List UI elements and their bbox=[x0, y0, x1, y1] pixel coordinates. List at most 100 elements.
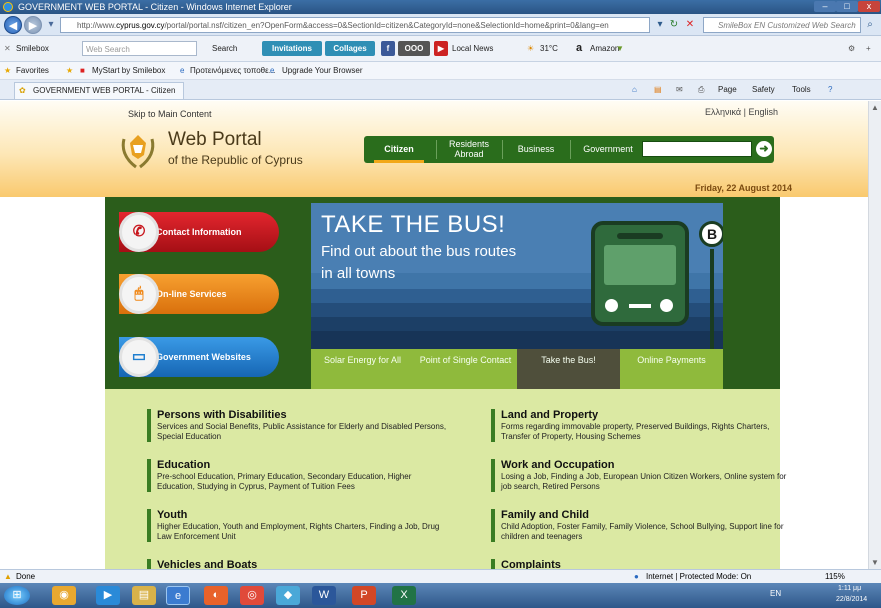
safety-menu[interactable]: Safety bbox=[752, 83, 775, 97]
vertical-scrollbar[interactable]: ▲ ▼ bbox=[868, 101, 881, 569]
forward-button[interactable]: ▶ bbox=[24, 16, 42, 34]
cyprus-emblem-icon bbox=[121, 135, 155, 169]
hero-tab-take-bus[interactable]: Take the Bus! bbox=[517, 349, 620, 389]
home-icon[interactable]: ⌂ bbox=[632, 83, 637, 97]
category-item[interactable]: Persons with Disabilities Services and S… bbox=[147, 409, 447, 442]
smilebox-menu[interactable]: Smilebox bbox=[16, 41, 49, 56]
amazon-button[interactable]: Amazon bbox=[590, 41, 619, 56]
hero-tab-single-contact[interactable]: Point of Single Contact bbox=[414, 349, 517, 389]
tools-menu[interactable]: Tools bbox=[792, 83, 811, 97]
logo-title[interactable]: Web Portal bbox=[168, 129, 262, 151]
site-search-input[interactable] bbox=[642, 141, 752, 157]
toolbar-search-input[interactable]: Web Search bbox=[82, 41, 197, 56]
category-title[interactable]: Education bbox=[157, 459, 447, 471]
bus-headlight bbox=[605, 299, 618, 312]
add-favorite-icon[interactable]: ★ bbox=[66, 64, 73, 78]
web-search-input[interactable]: SmileBox EN Customized Web Search bbox=[703, 17, 861, 33]
category-item[interactable]: Complaints bbox=[491, 559, 791, 569]
search-icon[interactable]: ⌕ bbox=[864, 19, 876, 31]
nav-tab-government[interactable]: Government bbox=[578, 136, 638, 163]
monitor-icon: ▭ bbox=[119, 337, 159, 377]
toolbar-search-button[interactable]: Search bbox=[212, 41, 237, 56]
clock-time[interactable]: 1:11 μμ bbox=[838, 585, 861, 592]
contact-information-button[interactable]: ✆ Contact Information bbox=[119, 212, 279, 252]
tab-government-portal[interactable]: ✿ GOVERNMENT WEB PORTAL - Citizen bbox=[14, 82, 184, 99]
category-item[interactable]: Youth Higher Education, Youth and Employ… bbox=[147, 509, 447, 542]
online-services-button[interactable]: 🖱 On-line Services bbox=[119, 274, 279, 314]
print-icon[interactable]: ⎙ bbox=[698, 83, 704, 97]
bus-banner[interactable]: TAKE THE BUS! Find out about the bus rou… bbox=[311, 203, 723, 349]
toolbar-close-icon[interactable]: ✕ bbox=[4, 41, 11, 56]
category-item[interactable]: Education Pre-school Education, Primary … bbox=[147, 459, 447, 492]
bus-stop-pole bbox=[710, 249, 714, 349]
category-item[interactable]: Vehicles and Boats bbox=[147, 559, 447, 569]
help-icon[interactable]: ? bbox=[828, 83, 832, 97]
ooo-icon[interactable]: OOO bbox=[398, 41, 430, 56]
url-input[interactable]: http://www.cyprus.gov.cy/portal/portal.n… bbox=[60, 17, 650, 33]
page-icon: e bbox=[270, 66, 275, 75]
url-rest: /portal/portal.nsf/citizen_en?OpenForm&a… bbox=[164, 21, 609, 30]
taskbar-app-icon[interactable]: ◆ bbox=[276, 586, 300, 605]
favorite-link-mystart[interactable]: MyStart by Smilebox bbox=[92, 64, 165, 78]
scroll-up-icon[interactable]: ▲ bbox=[871, 103, 879, 112]
firefox-icon[interactable]: ◐ bbox=[204, 586, 228, 605]
powerpoint-icon[interactable]: P bbox=[352, 586, 376, 605]
refresh-icon[interactable]: ↻ bbox=[668, 19, 680, 31]
category-item[interactable]: Land and Property Forms regarding immova… bbox=[491, 409, 791, 442]
start-button-icon[interactable]: ⊞ bbox=[4, 586, 30, 605]
local-news-button[interactable]: Local News bbox=[452, 41, 493, 56]
scroll-down-icon[interactable]: ▼ bbox=[871, 558, 879, 567]
invitations-button[interactable]: Invitations bbox=[262, 41, 322, 56]
toolbar-options-icon[interactable]: ▼ bbox=[616, 41, 624, 56]
taskbar-app-icon[interactable]: ◉ bbox=[52, 586, 76, 605]
stop-icon[interactable]: ✕ bbox=[684, 19, 696, 31]
feeds-icon[interactable]: ▤ bbox=[654, 83, 662, 97]
word-icon[interactable]: W bbox=[312, 586, 336, 605]
facebook-icon[interactable]: f bbox=[381, 41, 395, 56]
input-language[interactable]: EN bbox=[770, 589, 781, 598]
page-menu[interactable]: Page bbox=[718, 83, 737, 97]
category-title[interactable]: Persons with Disabilities bbox=[157, 409, 447, 421]
language-switcher[interactable]: Ελληνικά | English bbox=[705, 107, 778, 117]
nav-tab-citizen[interactable]: Citizen bbox=[374, 136, 424, 163]
nav-tab-business[interactable]: Business bbox=[510, 136, 562, 163]
collages-button[interactable]: Collages bbox=[325, 41, 375, 56]
category-title[interactable]: Land and Property bbox=[501, 409, 791, 421]
category-item[interactable]: Family and Child Child Adoption, Foster … bbox=[491, 509, 791, 542]
site-search-go-button[interactable]: ➜ bbox=[756, 141, 772, 157]
recent-pages-dropdown-icon[interactable]: ▾ bbox=[45, 19, 57, 31]
weather-temperature[interactable]: 31°C bbox=[540, 41, 558, 56]
taskbar-app-icon[interactable]: ▶ bbox=[96, 586, 120, 605]
maximize-button[interactable]: □ bbox=[836, 1, 858, 12]
play-icon[interactable]: ▶ bbox=[434, 41, 448, 56]
category-title[interactable]: Youth bbox=[157, 509, 447, 521]
hero-tab-solar[interactable]: Solar Energy for All bbox=[311, 349, 414, 389]
nav-tab-residents-abroad[interactable]: Residents Abroad bbox=[444, 136, 494, 163]
close-window-button[interactable]: x bbox=[858, 1, 880, 12]
internet-explorer-icon[interactable]: e bbox=[166, 586, 190, 605]
address-dropdown-icon[interactable]: ▾ bbox=[654, 19, 666, 31]
category-item[interactable]: Work and Occupation Losing a Job, Findin… bbox=[491, 459, 791, 492]
skip-link[interactable]: Skip to Main Content bbox=[128, 109, 212, 119]
minimize-button[interactable]: – bbox=[814, 1, 836, 12]
toolbar-add-icon[interactable]: + bbox=[866, 41, 871, 56]
mail-icon[interactable]: ✉ bbox=[676, 83, 683, 97]
folder-icon[interactable]: ▤ bbox=[132, 586, 156, 605]
hero-tab-online-payments[interactable]: Online Payments bbox=[620, 349, 723, 389]
security-zone[interactable]: Internet | Protected Mode: On bbox=[646, 570, 751, 583]
back-button[interactable]: ◀ bbox=[4, 16, 22, 34]
chrome-icon[interactable]: ◎ bbox=[240, 586, 264, 605]
favorite-link-upgrade[interactable]: Upgrade Your Browser bbox=[282, 64, 363, 78]
page-icon: e bbox=[180, 66, 185, 75]
category-title[interactable]: Vehicles and Boats bbox=[157, 559, 447, 569]
zoom-level[interactable]: 115% bbox=[825, 570, 845, 583]
category-title[interactable]: Complaints bbox=[501, 559, 791, 569]
category-title[interactable]: Family and Child bbox=[501, 509, 791, 521]
clock-date[interactable]: 22/8/2014 bbox=[836, 596, 867, 603]
favorite-link-suggested[interactable]: Προτεινόμενες τοποθε... bbox=[190, 64, 275, 78]
government-websites-button[interactable]: ▭ Government Websites bbox=[119, 337, 279, 377]
favorites-button[interactable]: Favorites bbox=[16, 64, 49, 78]
category-title[interactable]: Work and Occupation bbox=[501, 459, 791, 471]
toolbar-settings-icon[interactable]: ⚙ bbox=[848, 41, 855, 56]
excel-icon[interactable]: X bbox=[392, 586, 416, 605]
